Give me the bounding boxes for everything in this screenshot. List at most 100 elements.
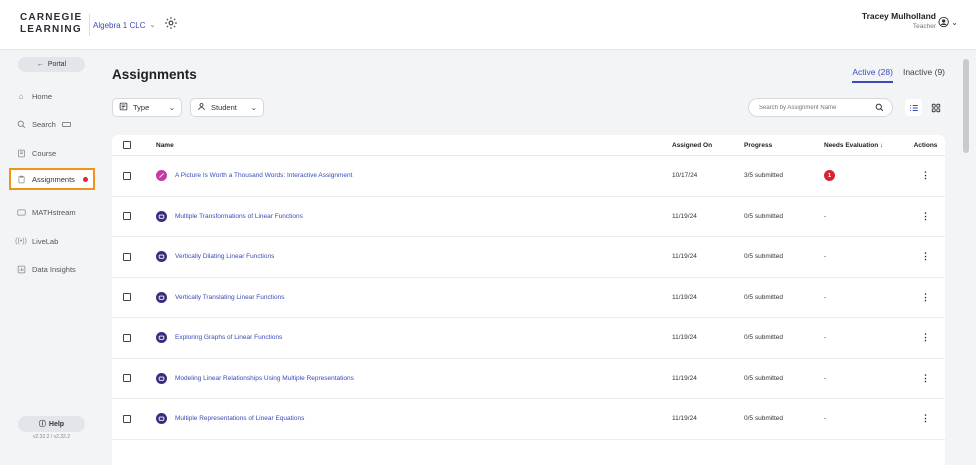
- assignment-link[interactable]: Modeling Linear Relationships Using Mult…: [175, 375, 354, 382]
- user-info: Tracey Mulholland Teacher: [862, 11, 936, 30]
- sidebar-item-data-insights[interactable]: Data Insights: [16, 259, 76, 279]
- row-checkbox[interactable]: [123, 333, 131, 342]
- needs-evaluation-badge[interactable]: 1: [824, 170, 835, 182]
- grid-view-button[interactable]: [927, 99, 944, 116]
- gear-icon[interactable]: [164, 16, 178, 30]
- lesson-icon: [156, 332, 167, 344]
- student-filter[interactable]: Student ⌄: [190, 98, 264, 117]
- sidebar-item-label: Data Insights: [32, 264, 76, 274]
- chevron-down-icon: ⌄: [951, 17, 958, 27]
- column-needs-evaluation[interactable]: Needs Evaluation ↓: [824, 142, 906, 149]
- list-filter-icon: [119, 102, 128, 113]
- type-filter-label: Type: [133, 103, 150, 112]
- user-menu[interactable]: ⌄: [938, 15, 958, 29]
- column-assigned-on[interactable]: Assigned On: [672, 142, 744, 149]
- sidebar-item-label: MATHstream: [32, 207, 76, 217]
- needs-evaluation-cell: -: [824, 293, 827, 301]
- lesson-icon: [156, 210, 167, 222]
- type-filter[interactable]: Type ⌄: [112, 98, 182, 117]
- assignment-link[interactable]: Multiple Representations of Linear Equat…: [175, 415, 304, 422]
- sidebar-item-label: LiveLab: [32, 236, 59, 246]
- assignment-link[interactable]: Multiple Transformations of Linear Funct…: [175, 213, 303, 220]
- course-selector[interactable]: Algebra 1 CLC ⌄: [93, 17, 155, 33]
- lesson-icon: [156, 372, 167, 384]
- sidebar-item-mathstream[interactable]: MATHstream: [16, 202, 76, 222]
- tab-active[interactable]: Active (28): [852, 67, 893, 83]
- row-checkbox[interactable]: [123, 414, 131, 423]
- lesson-icon: [156, 291, 167, 303]
- video-icon: [16, 207, 26, 217]
- account-icon: [938, 16, 949, 28]
- sidebar-item-label: Search: [32, 119, 56, 129]
- column-progress[interactable]: Progress: [744, 142, 824, 149]
- select-all-checkbox[interactable]: [123, 141, 131, 149]
- progress-cell: 0/5 submitted: [744, 415, 784, 423]
- row-checkbox[interactable]: [123, 293, 131, 302]
- assignment-link[interactable]: Vertically Translating Linear Functions: [175, 294, 284, 301]
- student-icon: [197, 102, 206, 113]
- more-actions-icon[interactable]: ⋮: [921, 373, 930, 383]
- table-row: Modeling Linear Relationships Using Mult…: [112, 359, 945, 399]
- more-actions-icon[interactable]: ⋮: [921, 171, 930, 180]
- more-actions-icon[interactable]: ⋮: [921, 414, 930, 423]
- sidebar-item-label: Assignments: [32, 174, 75, 184]
- chevron-down-icon: ⌄: [149, 22, 156, 29]
- row-checkbox[interactable]: [123, 171, 131, 180]
- needs-evaluation-cell: -: [824, 212, 827, 220]
- progress-cell: 0/5 submitted: [744, 374, 784, 382]
- column-actions: Actions: [913, 141, 938, 149]
- assignment-link[interactable]: A Picture Is Worth a Thousand Words: Int…: [175, 172, 352, 179]
- sidebar-item-label: Course: [32, 148, 57, 158]
- sidebar-item-search[interactable]: Search: [16, 114, 71, 134]
- needs-evaluation-cell: -: [824, 415, 827, 423]
- top-bar: CARNEGIE LEARNING Algebra 1 CLC ⌄ Tracey…: [0, 0, 976, 50]
- table-row: Multiple Representations of Linear Equat…: [112, 399, 945, 440]
- help-button[interactable]: ⓘ Help: [18, 416, 85, 432]
- scrollbar[interactable]: [962, 51, 970, 465]
- more-actions-icon[interactable]: ⋮: [921, 333, 930, 342]
- chevron-down-icon: ⌄: [168, 103, 175, 112]
- user-role: Teacher: [912, 23, 936, 30]
- row-checkbox[interactable]: [123, 212, 131, 221]
- tab-inactive[interactable]: Inactive (9): [903, 67, 945, 83]
- scrollbar-thumb[interactable]: [963, 59, 969, 153]
- assignment-link[interactable]: Vertically Dilating Linear Functions: [175, 253, 274, 260]
- needs-evaluation-cell: -: [824, 334, 827, 342]
- more-actions-icon[interactable]: ⋮: [921, 252, 930, 261]
- assigned-on-cell: 10/17/24: [672, 172, 698, 180]
- column-name[interactable]: Name: [156, 142, 672, 149]
- sidebar-item-home[interactable]: ⌂ Home: [16, 86, 52, 106]
- keyboard-icon: [61, 121, 71, 127]
- list-view-icon: [909, 104, 918, 111]
- table-row: Exploring Graphs of Linear Functions 11/…: [112, 318, 945, 359]
- course-icon: [16, 148, 26, 158]
- search-input[interactable]: [759, 104, 874, 111]
- list-view-button[interactable]: [905, 99, 922, 116]
- sidebar-item-livelab[interactable]: ((•)) LiveLab: [15, 231, 59, 251]
- progress-cell: 0/5 submitted: [744, 212, 784, 220]
- search-icon[interactable]: [875, 99, 884, 117]
- more-actions-icon[interactable]: ⋮: [921, 292, 930, 302]
- row-checkbox[interactable]: [123, 374, 131, 383]
- assignments-icon: [16, 174, 26, 184]
- sidebar-item-assignments[interactable]: Assignments: [9, 168, 95, 190]
- assigned-on-cell: 11/19/24: [672, 334, 697, 342]
- interactive-assignment-icon: [156, 170, 167, 182]
- assignments-table: Name Assigned On Progress Needs Evaluati…: [112, 135, 945, 465]
- assignment-link[interactable]: Exploring Graphs of Linear Functions: [175, 334, 282, 341]
- sidebar: ← Portal ⌂ Home Search Course Assignment…: [0, 51, 98, 465]
- progress-cell: 3/5 submitted: [744, 172, 784, 180]
- row-checkbox[interactable]: [123, 252, 131, 261]
- home-icon: ⌂: [18, 91, 24, 101]
- needs-evaluation-cell: -: [824, 253, 827, 261]
- page-title: Assignments: [112, 67, 197, 82]
- sidebar-item-course[interactable]: Course: [16, 143, 56, 163]
- more-actions-icon[interactable]: ⋮: [921, 211, 930, 221]
- carnegie-learning-logo[interactable]: CARNEGIE LEARNING: [20, 12, 84, 38]
- search-box: [748, 98, 893, 117]
- divider: [89, 14, 90, 36]
- user-name: Tracey Mulholland: [861, 11, 936, 21]
- portal-button[interactable]: ← Portal: [18, 57, 85, 72]
- chart-icon: [16, 264, 26, 274]
- needs-evaluation-cell: -: [824, 374, 827, 382]
